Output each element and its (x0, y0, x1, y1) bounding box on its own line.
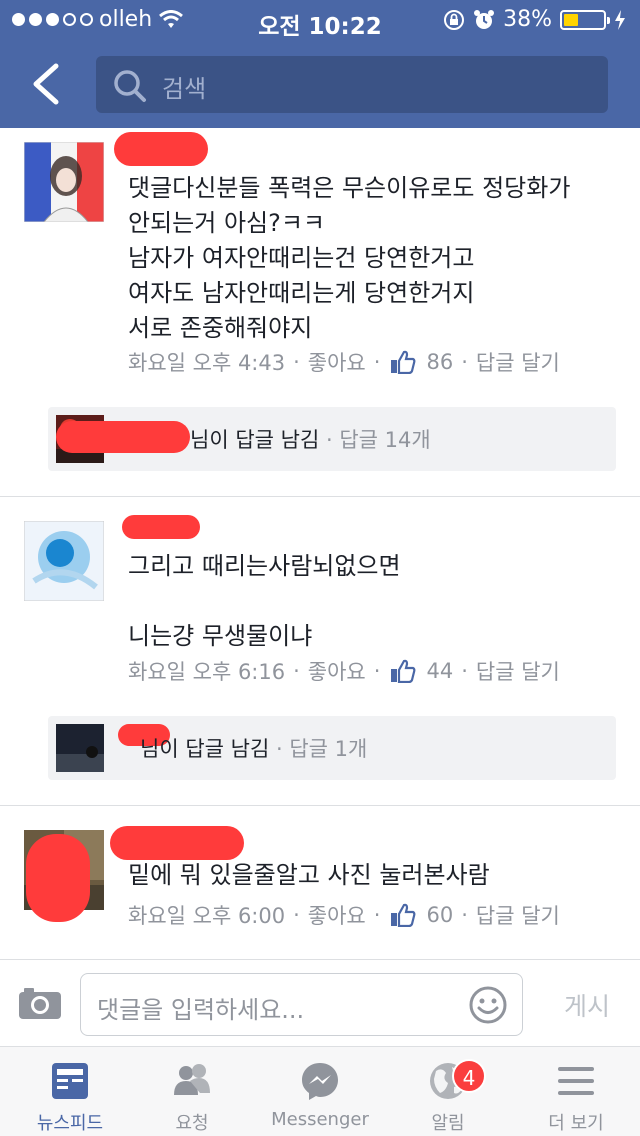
comment-text: 그리고 때리는사람뇌없으면 니는걍 무생물이냐 (128, 552, 401, 650)
messenger-icon (302, 1063, 338, 1100)
redacted-name (110, 826, 244, 860)
divider (0, 496, 640, 497)
search-placeholder: 검색 (162, 75, 207, 103)
comment-time: 화요일 오후 4:43 (128, 351, 286, 375)
divider (0, 805, 640, 806)
search-bar[interactable]: 검색 (96, 56, 608, 113)
like-thumb-icon (391, 903, 416, 927)
notification-badge: 4 (452, 1059, 486, 1093)
tab-friend-requests[interactable]: 요청 (128, 1047, 256, 1136)
top-bar: olleh 오전 10:22 38% 검색 (0, 0, 640, 128)
tab-label: 뉴스피드 (36, 1113, 104, 1134)
news-feed-icon (52, 1063, 88, 1099)
reply-summary-text: 님이 답글 남김 (190, 428, 320, 452)
comment-meta: 화요일 오후 4:43 · 좋아요 · 86 · 답글 달기 (128, 347, 560, 377)
friend-requests-icon (174, 1064, 210, 1095)
like-button[interactable]: 좋아요 (308, 900, 366, 930)
redacted-name (122, 515, 200, 539)
battery-percent: 38% (503, 7, 552, 32)
comment-time: 화요일 오후 6:16 (128, 660, 286, 684)
tab-notifications[interactable]: 4 알림 (384, 1047, 512, 1136)
redacted-name (56, 421, 190, 453)
tab-label: 더 보기 (548, 1113, 604, 1134)
comment-input-placeholder: 댓글을 입력하세요... (97, 996, 305, 1024)
reply-button[interactable]: 답글 달기 (476, 900, 560, 930)
status-right: 38% (443, 7, 626, 32)
tab-news-feed[interactable]: 뉴스피드 (6, 1047, 134, 1136)
redacted-name (114, 132, 208, 166)
camera-icon[interactable] (18, 986, 62, 1020)
tab-label: 알림 (431, 1113, 465, 1134)
reply-summary[interactable]: 님이 답글 남김 · 답글 1개 (48, 716, 616, 780)
like-count: 44 (426, 659, 454, 683)
comment-meta: 화요일 오후 6:16 · 좋아요 · 44 · 답글 달기 (128, 656, 560, 686)
search-icon (114, 70, 146, 102)
reply-summary[interactable]: 님이 답글 남김 · 답글 14개 (48, 407, 616, 471)
back-chevron-icon[interactable] (28, 62, 64, 106)
comment-meta: 화요일 오후 6:00 · 좋아요 · 60 · 답글 달기 (128, 900, 560, 930)
comment-composer: 댓글을 입력하세요... 게시 (0, 959, 640, 1045)
comment-text: 밑에 뭐 있을줄알고 사진 눌러본사람 (128, 861, 490, 889)
like-button[interactable]: 좋아요 (308, 347, 366, 377)
tab-more[interactable]: 더 보기 (512, 1047, 640, 1136)
like-thumb-icon (391, 350, 416, 374)
reply-summary-text: 님이 답글 남김 (140, 737, 270, 761)
reply-button[interactable]: 답글 달기 (476, 656, 560, 686)
tab-bar: 뉴스피드 요청 Messenger 4 알림 더 보기 (0, 1046, 640, 1136)
alarm-icon (474, 9, 495, 29)
reply-count: 답글 14개 (339, 428, 431, 452)
reply-avatar (56, 724, 104, 772)
like-count: 60 (426, 903, 454, 927)
like-count: 86 (426, 350, 454, 374)
commenter-avatar[interactable] (24, 521, 104, 601)
rotation-lock-icon (444, 9, 465, 30)
comment-input[interactable]: 댓글을 입력하세요... (80, 973, 523, 1036)
tab-messenger[interactable]: Messenger (256, 1047, 384, 1136)
sticker-emoji-icon[interactable] (468, 985, 508, 1025)
status-bar: olleh 오전 10:22 38% (0, 0, 640, 40)
comment-text: 댓글다신분들 폭력은 무슨이유로도 정당화가 안되는거 아심?ㅋㅋ 남자가 여자… (128, 174, 571, 342)
comment-time: 화요일 오후 6:00 (128, 904, 286, 928)
menu-icon (558, 1067, 594, 1095)
redacted-name (26, 834, 90, 922)
battery-icon (560, 9, 610, 30)
like-button[interactable]: 좋아요 (308, 656, 366, 686)
charging-icon (615, 9, 625, 30)
like-thumb-icon (391, 659, 416, 683)
tab-label: 요청 (175, 1113, 209, 1134)
reply-button[interactable]: 답글 달기 (476, 347, 560, 377)
post-button[interactable]: 게시 (564, 987, 610, 1023)
reply-count: 답글 1개 (289, 737, 368, 761)
commenter-avatar[interactable] (24, 142, 104, 222)
tab-label: Messenger (271, 1109, 369, 1130)
